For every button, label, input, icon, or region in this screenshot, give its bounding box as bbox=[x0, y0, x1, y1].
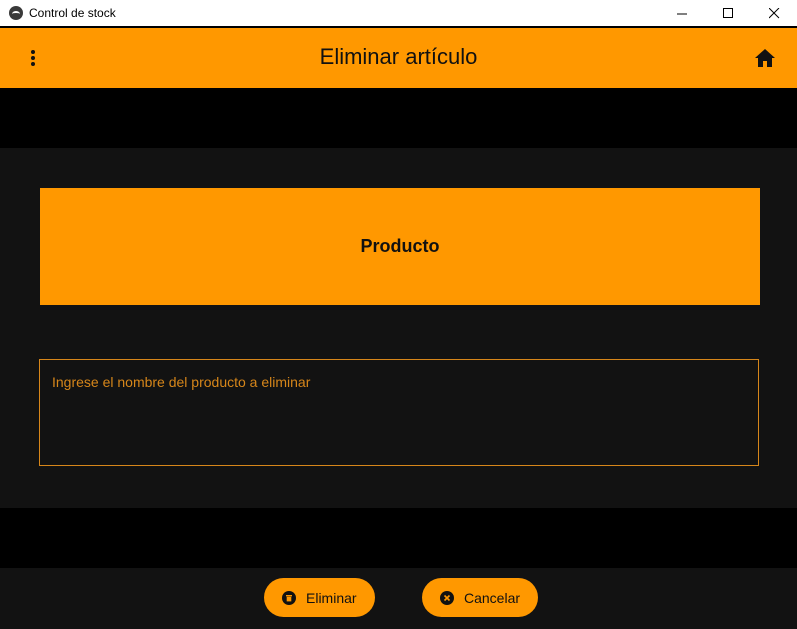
delete-button[interactable]: Eliminar bbox=[264, 578, 375, 617]
cancel-button[interactable]: Cancelar bbox=[422, 578, 538, 617]
trash-icon bbox=[282, 590, 296, 605]
minimize-icon bbox=[676, 13, 687, 14]
maximize-button[interactable] bbox=[705, 0, 751, 26]
product-name-input[interactable] bbox=[40, 360, 758, 465]
section-header: Producto bbox=[40, 188, 760, 305]
close-icon bbox=[768, 7, 779, 18]
close-circle-icon bbox=[440, 590, 454, 605]
app-logo-icon bbox=[9, 6, 23, 20]
app-window: Control de stock Eliminar artículo Produ… bbox=[0, 0, 797, 629]
home-icon bbox=[755, 49, 775, 67]
window-controls bbox=[659, 0, 797, 26]
minimize-button[interactable] bbox=[659, 0, 705, 26]
product-name-field[interactable] bbox=[39, 359, 759, 466]
page-title: Eliminar artículo bbox=[319, 44, 478, 69]
delete-button-label: Eliminar bbox=[306, 589, 357, 606]
home-button[interactable] bbox=[753, 46, 777, 70]
section-header-label: Producto bbox=[360, 236, 440, 256]
title-bar: Control de stock bbox=[0, 0, 797, 26]
window-title: Control de stock bbox=[29, 6, 116, 20]
bottom-action-bar: Eliminar Cancelar bbox=[0, 568, 797, 629]
maximize-icon bbox=[722, 7, 733, 18]
content-panel: Producto bbox=[0, 148, 797, 508]
cancel-button-label: Cancelar bbox=[464, 589, 521, 606]
app-bar: Eliminar artículo bbox=[0, 28, 797, 88]
close-button[interactable] bbox=[751, 0, 797, 26]
